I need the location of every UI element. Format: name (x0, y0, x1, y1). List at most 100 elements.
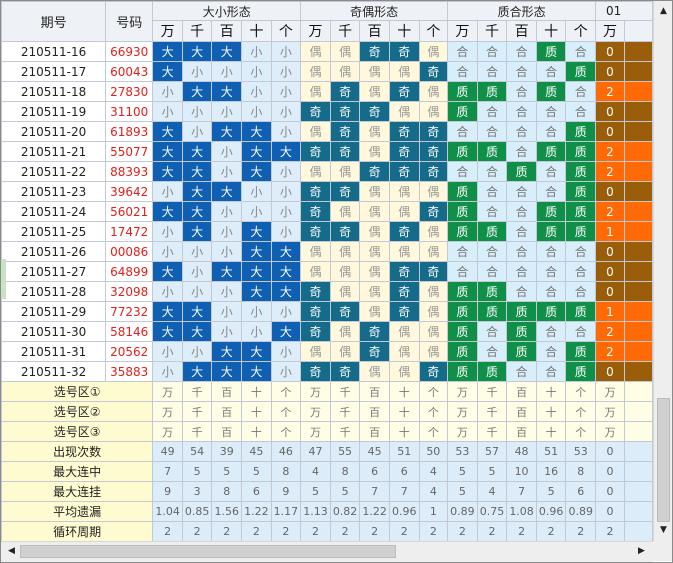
prime-cell: 质 (565, 301, 597, 322)
selection-cell[interactable]: 千 (181, 381, 213, 402)
selection-cell[interactable]: 百 (359, 381, 390, 402)
vertical-scrollbar[interactable]: ▲ ▼ (653, 1, 672, 541)
selection-cell-clipped[interactable] (623, 381, 653, 402)
value-cell: 0 (595, 41, 625, 62)
selection-cell[interactable]: 十 (388, 421, 420, 442)
selection-cell[interactable]: 万 (152, 421, 183, 442)
position-header[interactable]: 十 (535, 20, 567, 42)
selection-cell[interactable]: 十 (535, 421, 567, 442)
prime-cell: 质 (447, 181, 478, 202)
position-header[interactable]: 万 (152, 20, 183, 42)
splitter-handle[interactable] (1, 259, 6, 299)
vertical-scroll-thumb[interactable] (657, 398, 670, 522)
stats-cell: 0.85 (181, 501, 213, 522)
selection-cell[interactable]: 十 (535, 381, 567, 402)
period-cell: 210511-27 (1, 261, 107, 282)
selection-cell[interactable]: 百 (211, 421, 243, 442)
selection-cell[interactable]: 万 (595, 401, 625, 422)
parity-cell: 偶 (359, 361, 390, 382)
parity-cell: 奇 (388, 301, 420, 322)
horizontal-scroll-thumb[interactable] (20, 545, 396, 558)
header-01-pattern[interactable]: 01 (595, 1, 653, 21)
header-period[interactable]: 期号 (1, 1, 107, 42)
selection-cell[interactable]: 个 (565, 401, 597, 422)
position-header[interactable]: 千 (476, 20, 508, 42)
stats-cell: 2 (241, 521, 272, 541)
position-header[interactable]: 个 (418, 20, 449, 42)
position-header[interactable]: 百 (211, 20, 243, 42)
selection-cell[interactable]: 十 (241, 421, 272, 442)
selection-cell[interactable]: 百 (506, 401, 537, 422)
scroll-down-icon[interactable]: ▼ (656, 523, 671, 538)
prime-cell: 质 (565, 121, 597, 142)
position-header[interactable]: 个 (270, 20, 302, 42)
selection-cell[interactable]: 千 (181, 401, 213, 422)
selection-cell[interactable]: 个 (270, 421, 302, 442)
position-header[interactable]: 十 (241, 20, 272, 42)
selection-cell[interactable]: 个 (565, 421, 597, 442)
prime-cell: 合 (447, 261, 478, 282)
selection-cell-clipped[interactable] (623, 401, 653, 422)
selection-cell[interactable]: 万 (300, 421, 331, 442)
position-header[interactable]: 千 (329, 20, 361, 42)
position-header[interactable]: 千 (181, 20, 213, 42)
selection-cell[interactable]: 百 (506, 381, 537, 402)
size-cell: 大 (181, 321, 213, 342)
selection-cell[interactable]: 个 (418, 421, 449, 442)
selection-cell[interactable]: 十 (241, 401, 272, 422)
header-size-pattern[interactable]: 大小形态 (152, 1, 302, 21)
selection-cell[interactable]: 千 (329, 401, 361, 422)
selection-cell[interactable]: 万 (447, 401, 478, 422)
parity-cell: 偶 (300, 241, 331, 262)
scroll-up-icon[interactable]: ▲ (656, 4, 671, 19)
prime-cell: 合 (535, 181, 567, 202)
prime-cell: 合 (506, 141, 537, 162)
header-prime-pattern[interactable]: 质合形态 (447, 1, 597, 21)
position-header[interactable]: 百 (506, 20, 537, 42)
selection-cell[interactable]: 千 (329, 421, 361, 442)
header-parity-pattern[interactable]: 奇偶形态 (300, 1, 449, 21)
selection-cell[interactable]: 千 (181, 421, 213, 442)
selection-cell[interactable]: 百 (359, 421, 390, 442)
selection-cell[interactable]: 万 (447, 421, 478, 442)
prime-cell: 合 (506, 101, 537, 122)
position-header[interactable]: 个 (565, 20, 597, 42)
value-cell: 0 (595, 281, 625, 302)
selection-cell[interactable]: 千 (329, 381, 361, 402)
selection-cell[interactable]: 万 (152, 401, 183, 422)
number-cell: 00086 (105, 241, 154, 262)
position-header[interactable]: 十 (388, 20, 420, 42)
selection-cell[interactable]: 万 (595, 421, 625, 442)
selection-cell[interactable]: 千 (476, 401, 508, 422)
horizontal-scrollbar[interactable]: ◀ ▶ (1, 541, 653, 562)
selection-cell[interactable]: 百 (359, 401, 390, 422)
selection-cell[interactable]: 万 (595, 381, 625, 402)
selection-cell[interactable]: 个 (270, 401, 302, 422)
selection-cell-clipped[interactable] (623, 421, 653, 442)
selection-cell[interactable]: 百 (211, 401, 243, 422)
selection-cell[interactable]: 万 (152, 381, 183, 402)
selection-cell[interactable]: 个 (565, 381, 597, 402)
selection-cell[interactable]: 百 (506, 421, 537, 442)
selection-cell[interactable]: 十 (388, 401, 420, 422)
selection-cell[interactable]: 个 (270, 381, 302, 402)
position-header[interactable]: 百 (359, 20, 390, 42)
selection-cell[interactable]: 十 (535, 401, 567, 422)
position-header[interactable]: 万 (300, 20, 331, 42)
selection-cell[interactable]: 万 (300, 401, 331, 422)
position-header[interactable]: 万 (595, 20, 625, 42)
selection-cell[interactable]: 十 (388, 381, 420, 402)
scroll-left-icon[interactable]: ◀ (4, 544, 19, 559)
selection-cell[interactable]: 个 (418, 381, 449, 402)
selection-cell[interactable]: 百 (211, 381, 243, 402)
selection-cell[interactable]: 千 (476, 381, 508, 402)
selection-cell[interactable]: 个 (418, 401, 449, 422)
header-number[interactable]: 号码 (105, 1, 154, 42)
period-cell: 210511-25 (1, 221, 107, 242)
selection-cell[interactable]: 万 (300, 381, 331, 402)
position-header[interactable]: 万 (447, 20, 478, 42)
selection-cell[interactable]: 千 (476, 421, 508, 442)
scroll-right-icon[interactable]: ▶ (634, 544, 649, 559)
selection-cell[interactable]: 十 (241, 381, 272, 402)
selection-cell[interactable]: 万 (447, 381, 478, 402)
